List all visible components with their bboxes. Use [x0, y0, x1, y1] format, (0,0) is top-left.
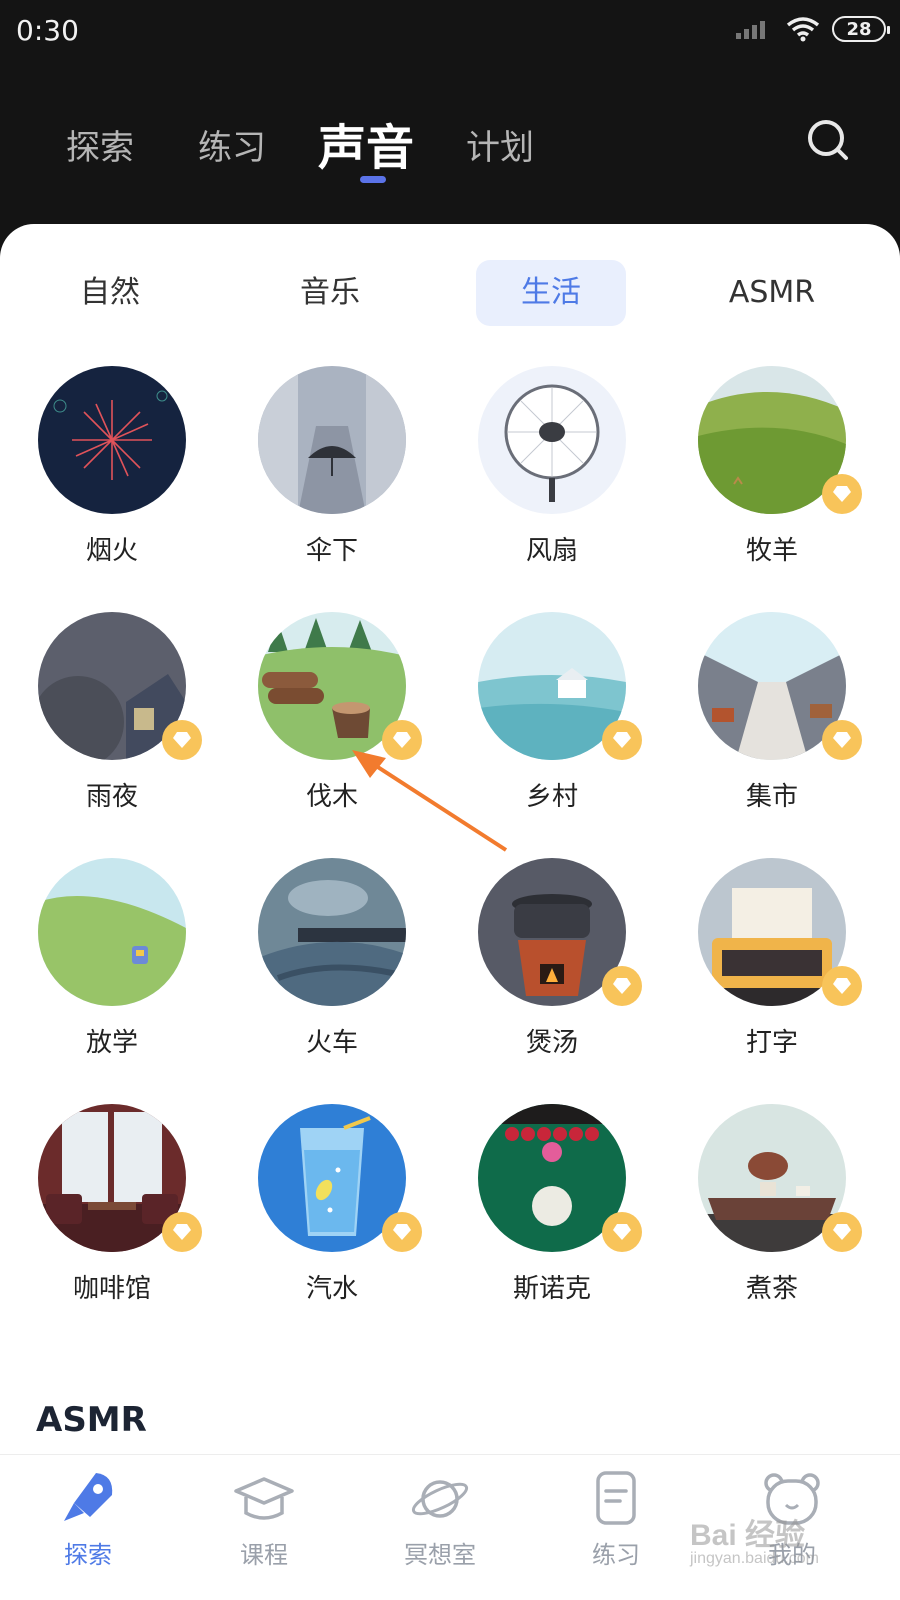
- battery-level: 28: [846, 18, 872, 40]
- sound-label: 火车: [305, 1028, 358, 1058]
- vip-badge-icon: [822, 474, 862, 514]
- sound-label: 煮茶: [745, 1274, 798, 1304]
- vip-badge-icon: [822, 966, 862, 1006]
- vip-badge-icon: [602, 966, 642, 1006]
- sound-item-shepherd[interactable]: 牧羊: [678, 366, 862, 576]
- status-icons: 28: [734, 16, 890, 42]
- watermark-url: jingyan.baidu.com: [690, 1550, 819, 1567]
- nav-label: 探索: [64, 1541, 112, 1569]
- sound-item-tea[interactable]: 煮茶: [678, 1104, 862, 1314]
- sound-label: 煲汤: [525, 1028, 578, 1058]
- after-school-thumbnail: [38, 858, 186, 1006]
- sound-label: 风扇: [525, 536, 578, 566]
- rocket-icon: [64, 1473, 113, 1521]
- sound-label: 牧羊: [745, 536, 798, 566]
- nav-item-explore[interactable]: 探索: [28, 1469, 148, 1589]
- sound-item-cafe[interactable]: 咖啡馆: [18, 1104, 202, 1314]
- vip-badge-icon: [162, 1212, 202, 1252]
- sound-label: 咖啡馆: [72, 1274, 151, 1304]
- watermark: Bai 经验 jingyan.baidu.com: [690, 1510, 890, 1580]
- header-tabs: 探索 练习 声音 计划: [0, 100, 900, 200]
- sound-item-soda[interactable]: 汽水: [238, 1104, 422, 1314]
- nav-label: 练习: [592, 1541, 640, 1569]
- vip-badge-icon: [822, 1212, 862, 1252]
- nav-label: 课程: [240, 1541, 288, 1569]
- sound-item-typing[interactable]: 打字: [678, 858, 862, 1068]
- battery-indicator: 28: [832, 16, 890, 42]
- nav-item-meditation-room[interactable]: 冥想室: [380, 1469, 500, 1589]
- sound-item-market[interactable]: 集市: [678, 612, 862, 822]
- sound-item-umbrella[interactable]: 伞下: [238, 366, 418, 576]
- clipboard-icon: [596, 1471, 636, 1525]
- signal-icon: [736, 21, 765, 39]
- tab-plan[interactable]: 计划: [466, 120, 534, 169]
- category-tab-asmr[interactable]: ASMR: [702, 260, 842, 326]
- watermark-brand: Bai 经验: [690, 1519, 806, 1552]
- nav-item-courses[interactable]: 课程: [204, 1469, 324, 1589]
- sound-label: 伞下: [305, 536, 358, 566]
- sound-label: 烟火: [85, 536, 138, 566]
- planet-icon: [411, 1480, 469, 1518]
- train-thumbnail: [258, 858, 406, 1006]
- category-tab-life[interactable]: 生活: [476, 260, 626, 326]
- sound-item-fan[interactable]: 风扇: [458, 366, 638, 576]
- sound-item-train[interactable]: 火车: [238, 858, 418, 1068]
- tab-explore[interactable]: 探索: [66, 120, 134, 169]
- vip-badge-icon: [822, 720, 862, 760]
- active-tab-indicator: [360, 176, 386, 183]
- sound-label: 雨夜: [85, 782, 138, 812]
- fan-thumbnail: [478, 366, 626, 514]
- category-tab-music[interactable]: 音乐: [260, 260, 400, 326]
- sound-item-rainy-night[interactable]: 雨夜: [18, 612, 202, 822]
- sound-label: 斯诺克: [512, 1274, 591, 1304]
- content-sheet: 自然 音乐 生活 ASMR 烟火 伞下 风扇 牧羊 雨夜 伐木 乡村 集市 放学…: [0, 224, 900, 1600]
- sound-label: 放学: [85, 1028, 138, 1058]
- nav-item-practice[interactable]: 练习: [556, 1469, 676, 1589]
- wifi-icon: [786, 17, 820, 42]
- sound-label: 汽水: [305, 1274, 358, 1304]
- vip-badge-icon: [602, 720, 642, 760]
- tab-practice[interactable]: 练习: [198, 120, 266, 169]
- vip-badge-icon: [602, 1212, 642, 1252]
- category-tab-nature[interactable]: 自然: [40, 260, 180, 326]
- sound-item-after-school[interactable]: 放学: [18, 858, 198, 1068]
- graduation-cap-icon: [234, 1477, 294, 1520]
- annotation-arrow-icon: [352, 750, 508, 852]
- sound-label: 打字: [745, 1028, 798, 1058]
- status-time: 0:30: [16, 14, 79, 47]
- umbrella-thumbnail: [258, 366, 406, 514]
- sound-item-fireworks[interactable]: 烟火: [18, 366, 198, 576]
- sound-item-soup[interactable]: 煲汤: [458, 858, 642, 1068]
- nav-label: 冥想室: [404, 1541, 476, 1569]
- tab-sound[interactable]: 声音: [318, 108, 414, 178]
- section-heading-asmr: ASMR: [36, 1400, 147, 1432]
- vip-badge-icon: [162, 720, 202, 760]
- sound-item-snooker[interactable]: 斯诺克: [458, 1104, 642, 1314]
- category-tabs: 自然 音乐 生活 ASMR: [0, 260, 900, 326]
- vip-badge-icon: [382, 1212, 422, 1252]
- fireworks-thumbnail: [38, 366, 186, 514]
- status-bar: 0:30 28: [0, 0, 900, 64]
- search-icon[interactable]: [806, 118, 850, 162]
- sound-label: 集市: [745, 782, 798, 812]
